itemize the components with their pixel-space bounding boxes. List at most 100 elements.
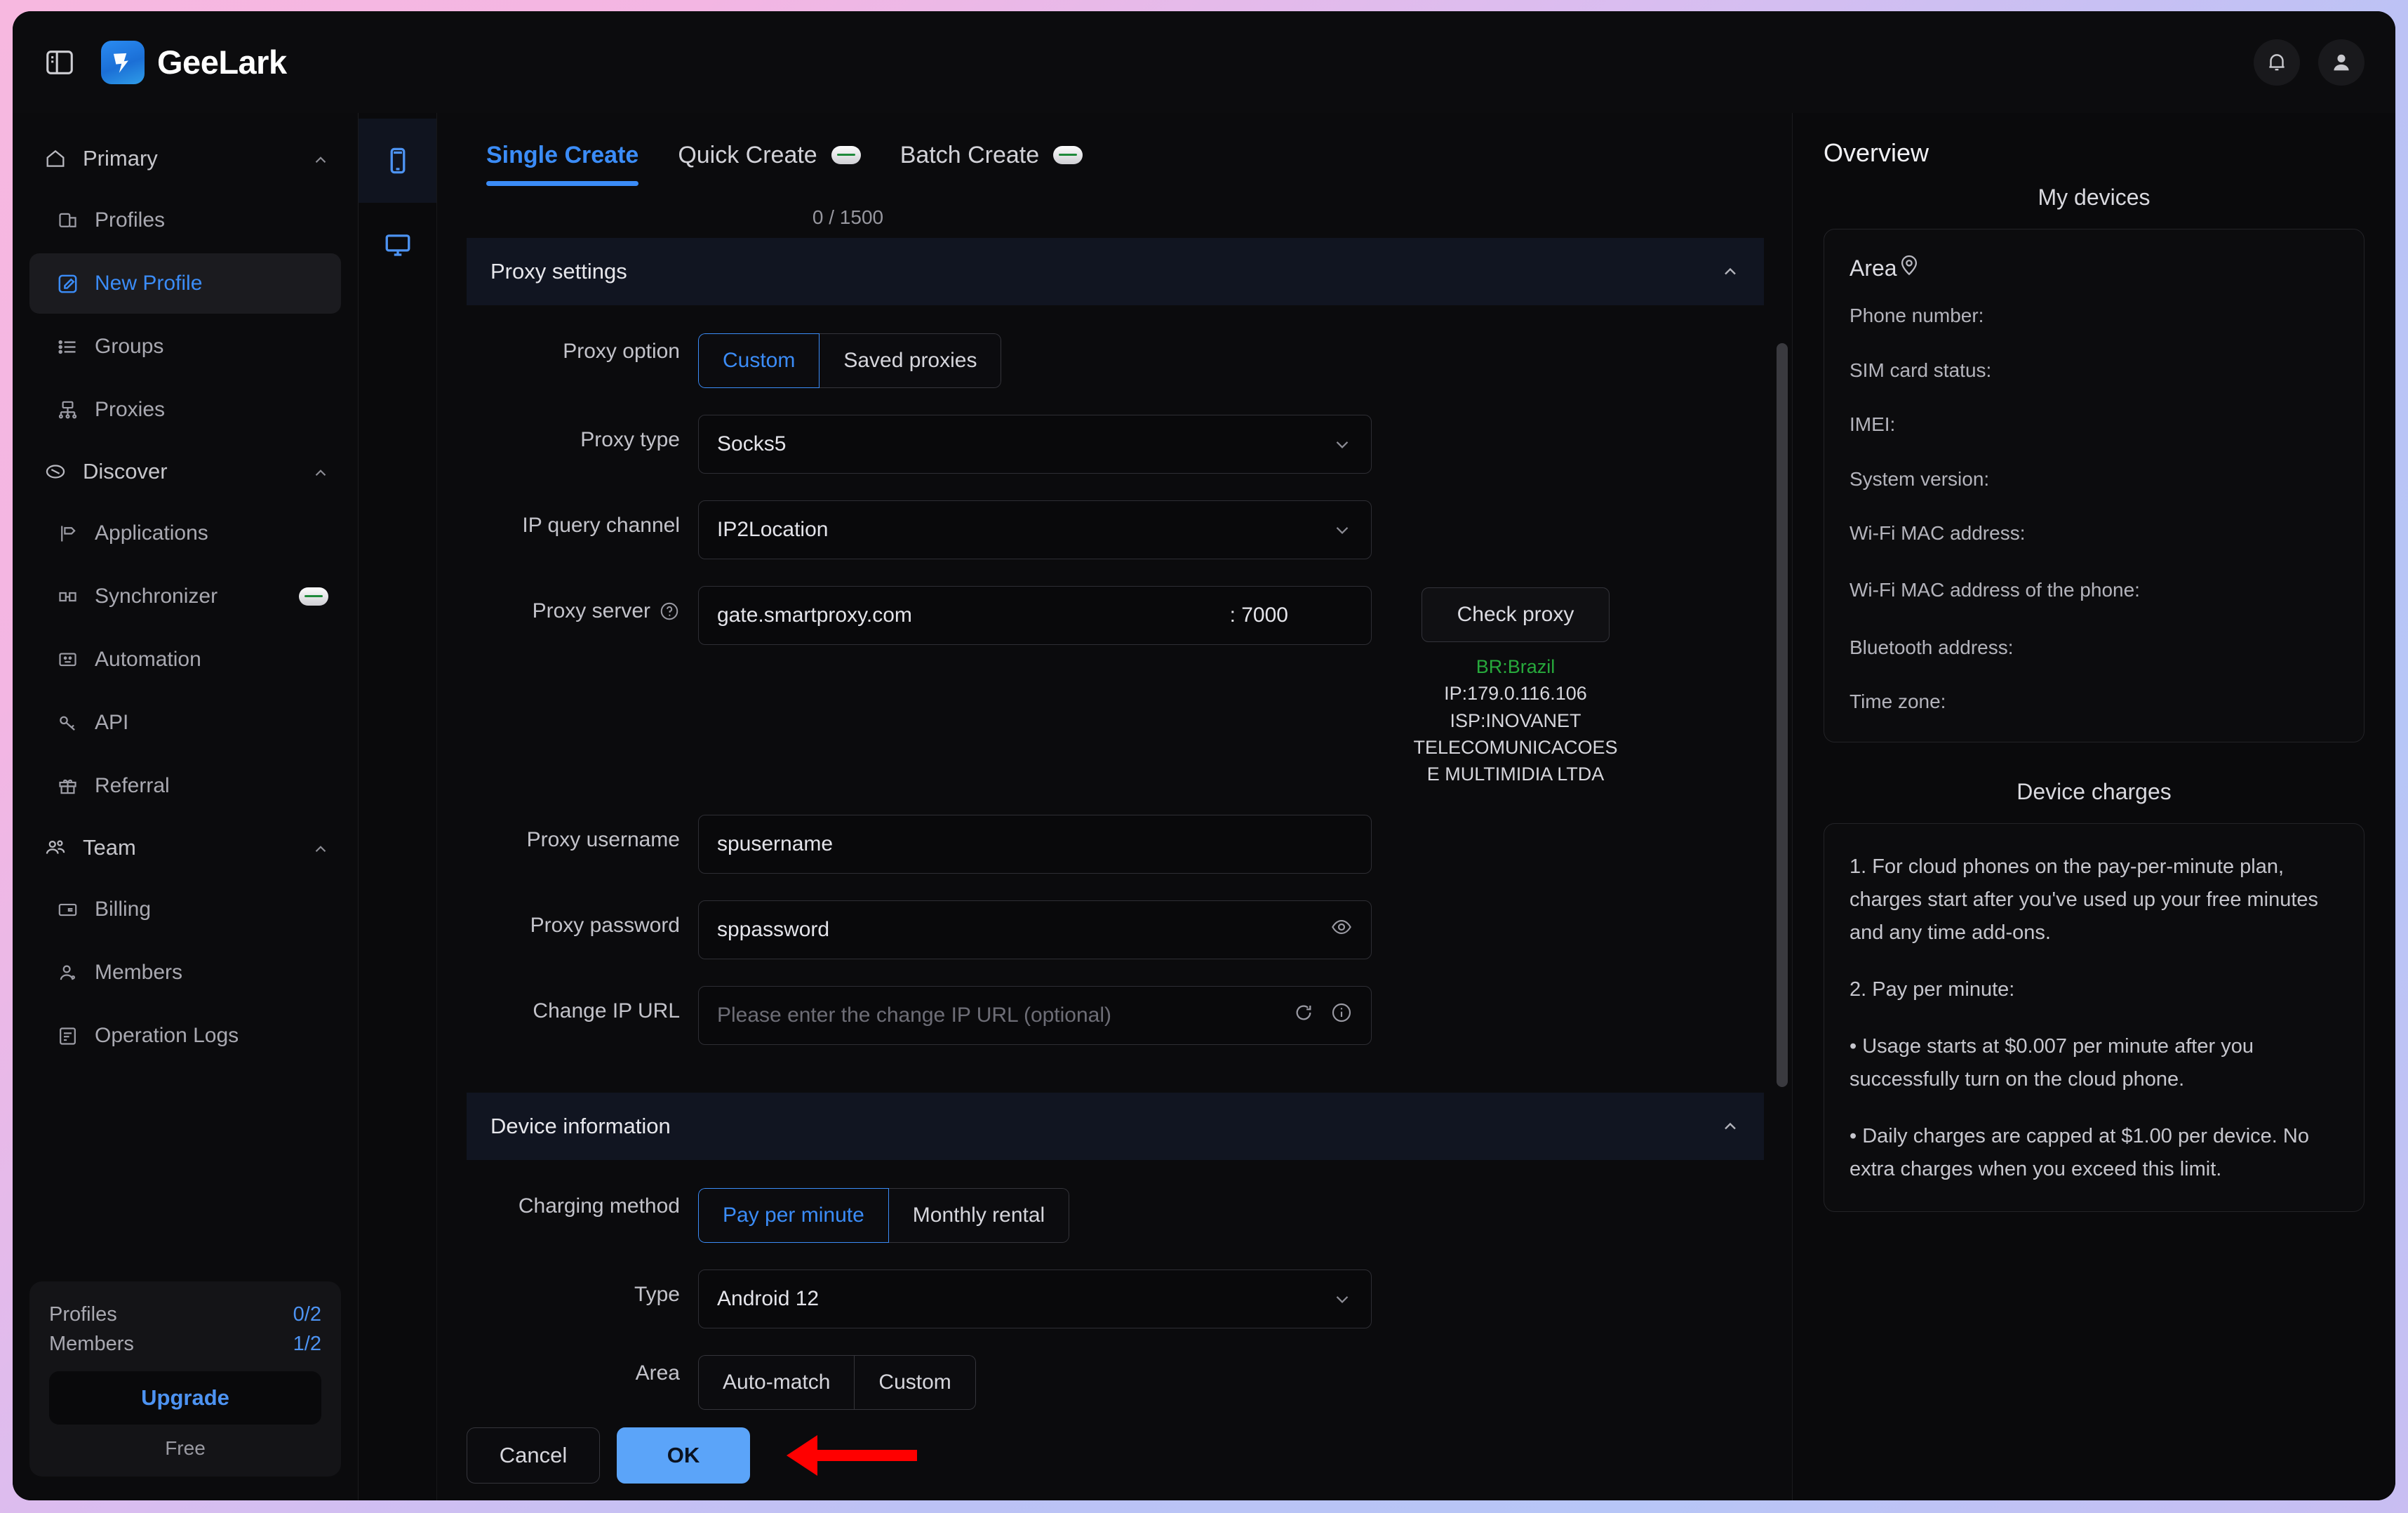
- sidebar-item-applications[interactable]: Applications: [29, 503, 341, 564]
- bell-icon[interactable]: [2254, 39, 2300, 86]
- device-area-auto-match-button[interactable]: Auto-match: [698, 1355, 855, 1410]
- user-avatar-icon[interactable]: [2318, 39, 2364, 86]
- app-body: Primary Profiles: [13, 113, 2395, 1500]
- overview-row-phone-number: Phone number:: [1850, 304, 2339, 328]
- sidebar: Primary Profiles: [13, 113, 359, 1500]
- field-label: IP query channel: [467, 500, 698, 540]
- sidebar-group-team[interactable]: Team: [13, 818, 358, 878]
- check-proxy-isp-line2: TELECOMUNICACOES: [1413, 734, 1617, 761]
- chevron-up-icon: [312, 839, 330, 857]
- create-mode-tabs: Single Create Quick Create Batch Create: [437, 113, 1792, 197]
- info-circle-icon[interactable]: [1330, 1001, 1353, 1029]
- sidebar-group-discover[interactable]: Discover: [13, 441, 358, 502]
- tab-single-create[interactable]: Single Create: [467, 113, 658, 197]
- field-control: gate.smartproxy.com : 7000: [698, 586, 1372, 645]
- overview-row-imei: IMEI:: [1850, 413, 2339, 436]
- question-circle-icon[interactable]: [659, 601, 680, 622]
- overview-title: Overview: [1824, 138, 2364, 168]
- sidebar-item-operation-logs[interactable]: Operation Logs: [29, 1006, 341, 1066]
- chevron-up-icon[interactable]: [1720, 262, 1740, 281]
- proxy-username-input[interactable]: spusername: [698, 815, 1372, 874]
- proxy-server-input[interactable]: gate.smartproxy.com : 7000: [698, 586, 1372, 645]
- device-type-select[interactable]: Android 12: [698, 1269, 1372, 1328]
- proxy-password-input[interactable]: sppassword: [698, 900, 1372, 959]
- tab-quick-create[interactable]: Quick Create: [658, 113, 880, 197]
- sidebar-item-members[interactable]: Members: [29, 942, 341, 1003]
- section-header-device-information[interactable]: Device information: [467, 1093, 1764, 1160]
- charging-method-monthly-rental-button[interactable]: Monthly rental: [888, 1188, 1069, 1243]
- check-proxy-ip: IP:179.0.116.106: [1413, 680, 1617, 707]
- charging-method-pay-per-minute-button[interactable]: Pay per minute: [698, 1188, 889, 1243]
- chevron-down-icon: [1332, 519, 1353, 540]
- rail-desktop-icon[interactable]: [359, 203, 436, 287]
- sidebar-item-groups[interactable]: Groups: [29, 316, 341, 377]
- ip-query-channel-value: IP2Location: [717, 518, 828, 542]
- top-bar-actions: [2254, 39, 2364, 86]
- sidebar-item-proxies[interactable]: Proxies: [29, 380, 341, 440]
- tab-batch-create[interactable]: Batch Create: [881, 113, 1102, 197]
- sidebar-item-billing[interactable]: Billing: [29, 879, 341, 940]
- proxy-option-saved-button[interactable]: Saved proxies: [819, 333, 1001, 388]
- check-proxy-button[interactable]: Check proxy: [1422, 587, 1610, 642]
- proxy-option-segmented: Custom Saved proxies: [698, 333, 1001, 388]
- sidebar-item-synchronizer[interactable]: Synchronizer: [29, 566, 341, 627]
- eye-icon[interactable]: [1330, 916, 1353, 944]
- profiles-icon: [56, 209, 79, 232]
- chevron-up-icon[interactable]: [1720, 1117, 1740, 1136]
- field-proxy-option: Proxy option Custom Saved proxies: [467, 333, 1764, 388]
- home-icon: [44, 147, 67, 171]
- sidebar-item-api[interactable]: API: [29, 693, 341, 753]
- cancel-button[interactable]: Cancel: [467, 1427, 600, 1484]
- device-charges-paragraph: • Usage starts at $0.007 per minute afte…: [1850, 1030, 2339, 1096]
- plan-label: Free: [49, 1437, 321, 1460]
- section-header-proxy-settings[interactable]: Proxy settings: [467, 238, 1764, 305]
- sidebar-item-new-profile[interactable]: New Profile: [29, 253, 341, 314]
- field-device-area: Area Auto-match Custom: [467, 1355, 1764, 1410]
- main-content: Single Create Quick Create Batch Create …: [437, 113, 1792, 1500]
- field-control: spusername: [698, 815, 1372, 874]
- change-ip-url-input[interactable]: Please enter the change IP URL (optional…: [698, 986, 1372, 1045]
- device-charges-label: Device charges: [1824, 779, 2364, 805]
- field-ip-query-channel: IP query channel IP2Location: [467, 500, 1764, 559]
- ok-button[interactable]: OK: [617, 1427, 750, 1484]
- upgrade-button[interactable]: Upgrade: [49, 1371, 321, 1425]
- form-scrollbar[interactable]: [1777, 343, 1788, 1087]
- red-left-arrow-annotation: [777, 1424, 924, 1487]
- sidebar-item-label: Billing: [95, 898, 151, 921]
- field-label: Proxy type: [467, 415, 698, 454]
- device-type-value: Android 12: [717, 1287, 819, 1311]
- ip-query-channel-select[interactable]: IP2Location: [698, 500, 1372, 559]
- field-device-type: Type Android 12: [467, 1269, 1764, 1328]
- device-info-card-header: Area: [1850, 253, 2339, 283]
- overview-row-bluetooth-address: Bluetooth address:: [1850, 636, 2339, 660]
- refresh-icon[interactable]: [1292, 1001, 1315, 1029]
- section-title: Proxy settings: [490, 259, 627, 284]
- dialog-footer: Cancel OK: [437, 1411, 1792, 1500]
- sidebar-item-label: API: [95, 711, 128, 735]
- location-pin-icon[interactable]: [1897, 253, 1921, 283]
- overview-row-system-version: System version:: [1850, 467, 2339, 491]
- sidebar-item-referral[interactable]: Referral: [29, 756, 341, 816]
- automation-icon: [56, 648, 79, 672]
- form-scroll-area[interactable]: Proxy settings Proxy option Custom Saved: [437, 238, 1792, 1411]
- panel-toggle-icon[interactable]: [44, 46, 76, 79]
- sidebar-item-automation[interactable]: Automation: [29, 629, 341, 690]
- device-area-custom-button[interactable]: Custom: [854, 1355, 975, 1410]
- card-icon: [56, 898, 79, 921]
- beta-badge: [1053, 146, 1083, 164]
- sidebar-group-label: Primary: [83, 146, 158, 171]
- check-proxy-isp-line1: ISP:INOVANET: [1413, 707, 1617, 734]
- proxy-type-select[interactable]: Socks5: [698, 415, 1372, 474]
- brand-name: GeeLark: [157, 43, 287, 81]
- proxy-option-custom-button[interactable]: Custom: [698, 333, 820, 388]
- overview-panel: Overview My devices Area Phone number:: [1792, 113, 2395, 1500]
- rail-phone-icon[interactable]: [359, 119, 436, 203]
- sidebar-item-profiles[interactable]: Profiles: [29, 190, 341, 251]
- field-label: Proxy password: [467, 900, 698, 940]
- device-charges-paragraph: 2. Pay per minute:: [1850, 973, 2339, 1006]
- sidebar-group-primary[interactable]: Primary: [13, 128, 358, 189]
- device-area-segmented: Auto-match Custom: [698, 1355, 976, 1410]
- chevron-down-icon: [1332, 434, 1353, 455]
- field-control: Auto-match Custom: [698, 1355, 1372, 1410]
- sidebar-item-label: Synchronizer: [95, 585, 218, 608]
